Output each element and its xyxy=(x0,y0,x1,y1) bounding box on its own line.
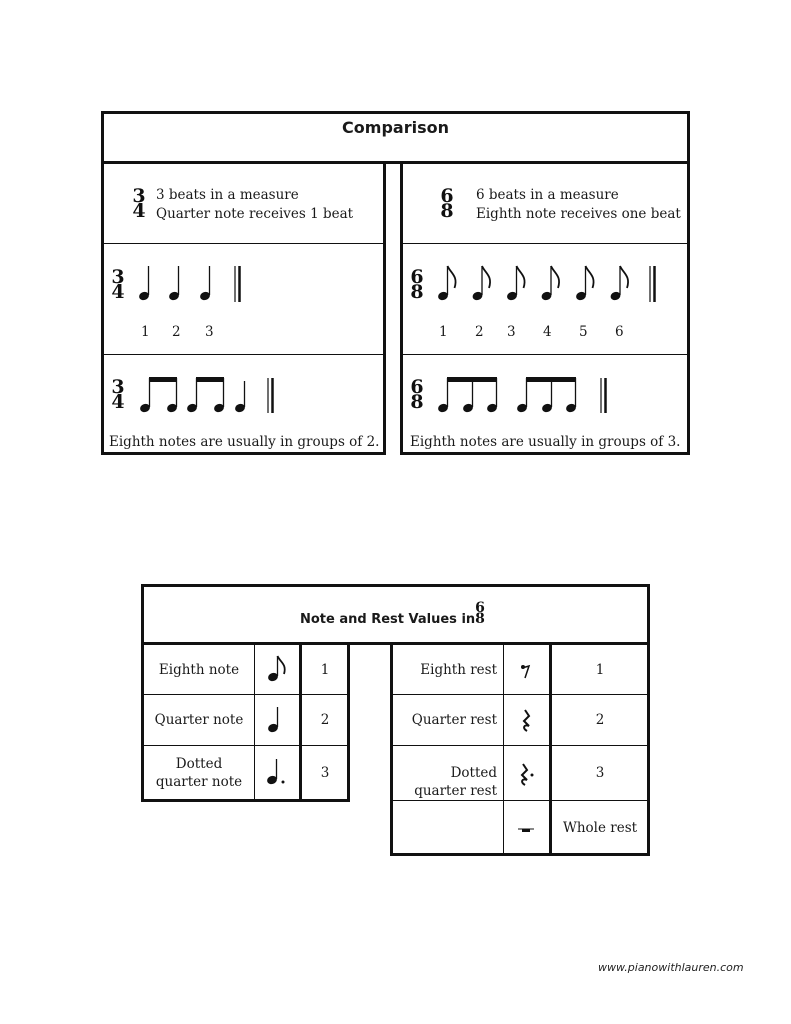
whole-rest-icon xyxy=(518,828,534,832)
eighth-rest-icon xyxy=(521,664,531,679)
rest-symbols xyxy=(518,664,534,832)
dotted-quarter-rest-icon xyxy=(520,763,534,786)
quarter-rest-icon xyxy=(522,709,531,732)
footer-url[interactable]: www.pianowithlauren.com xyxy=(598,961,744,974)
